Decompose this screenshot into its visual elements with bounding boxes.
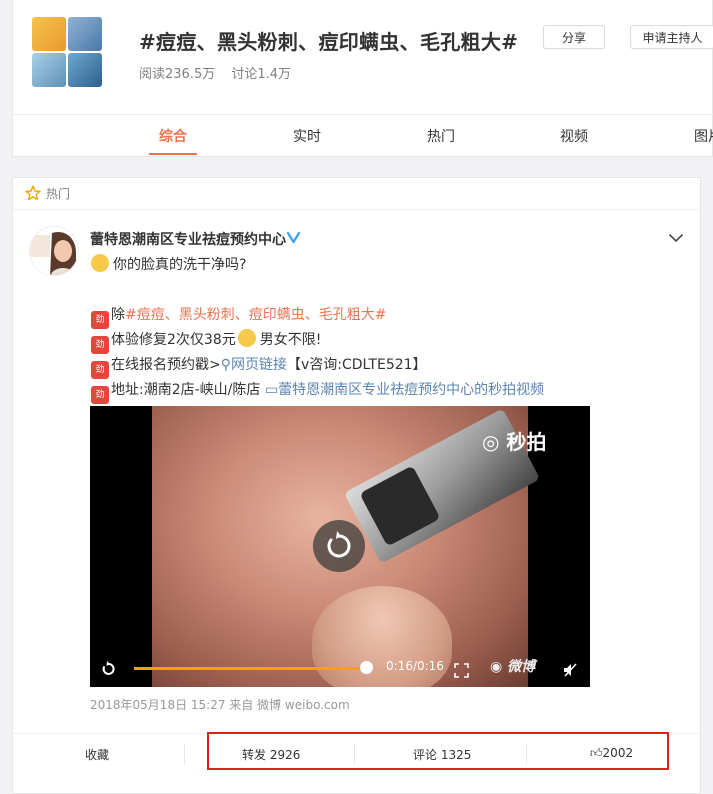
post-line: 劲在线报名预约戳>⚲网页链接【v咨询:CDLTE521】: [91, 354, 427, 379]
tab-video[interactable]: 视频: [560, 126, 588, 146]
promo-emoji-icon: 劲: [91, 311, 109, 329]
miaopai-watermark: ◎ 秒拍: [482, 430, 547, 454]
mute-icon[interactable]: [562, 662, 578, 678]
tab-pictures[interactable]: 图片: [694, 126, 713, 146]
chevron-down-icon[interactable]: [668, 230, 684, 246]
topic-thumbnail[interactable]: [68, 53, 102, 87]
video-controls: 0:16/0:16 ◉ 微博: [90, 652, 590, 687]
avatar-portrait-icon: [30, 227, 78, 275]
star-icon: [25, 185, 41, 201]
replay-button[interactable]: [313, 520, 365, 572]
video-player[interactable]: ◎ 秒拍 0:16/0:16 ◉ 微博: [90, 406, 590, 687]
post-line: 劲地址:潮南2店-峡山/陈店 ▭蕾特恩潮南区专业祛痘预约中心的秒拍视频: [91, 379, 544, 404]
verified-badge-icon: [286, 231, 301, 244]
post-line: 劲除#痘痘、黑头粉刺、痘印螨虫、毛孔粗大#: [91, 304, 386, 329]
progress-bar[interactable]: [134, 667, 366, 670]
topic-thumbnail[interactable]: [32, 53, 66, 87]
replay-small-icon[interactable]: [98, 659, 118, 679]
topic-stats: 阅读236.5万 讨论1.4万: [139, 63, 303, 82]
feed-card: 热门 蕾特恩潮南区专业祛痘预约中心 你的脸真的洗干净吗? 劲除#痘痘、黑头粉刺、…: [12, 177, 701, 794]
favorite-button[interactable]: 收藏: [85, 746, 109, 763]
topic-tabs: 综合 实时 热门 视频 图片: [13, 114, 713, 157]
tab-hot[interactable]: 热门: [427, 126, 455, 146]
read-count: 阅读236.5万: [139, 67, 216, 82]
hot-section-label: 热门: [46, 187, 71, 201]
heart-eyes-icon: [237, 329, 256, 347]
share-button[interactable]: 分享: [543, 25, 605, 49]
topic-tag-link[interactable]: #痘痘、黑头粉刺、痘印螨虫、毛孔粗大#: [125, 307, 386, 323]
post-line: 劲体验修复2次仅38元 男女不限!: [91, 329, 321, 354]
promo-emoji-icon: 劲: [91, 336, 109, 354]
topic-thumbnail[interactable]: [32, 17, 66, 51]
tab-all[interactable]: 综合: [159, 126, 187, 146]
post-line: 你的脸真的洗干净吗?: [91, 254, 246, 274]
link-icon: ⚲: [220, 357, 231, 373]
hot-section-header: 热门: [13, 178, 700, 210]
topic-title: #痘痘、黑头粉刺、痘印螨虫、毛孔粗大#: [139, 30, 519, 54]
web-link[interactable]: 网页链接: [231, 357, 287, 373]
apply-host-button[interactable]: 申请主持人: [630, 25, 713, 49]
weibo-logo-icon: ◉: [490, 659, 503, 675]
highlight-box: [207, 732, 669, 770]
active-tab-indicator: [149, 153, 197, 155]
fullscreen-icon[interactable]: [454, 663, 469, 678]
miaopai-logo-icon: ◎: [482, 430, 500, 454]
topic-header: #痘痘、黑头粉刺、痘印螨虫、毛孔粗大# 阅读236.5万 讨论1.4万 分享 申…: [12, 0, 713, 157]
author-avatar[interactable]: [29, 226, 79, 276]
tab-realtime[interactable]: 实时: [293, 126, 321, 146]
divider: [184, 744, 185, 764]
discussion-count: 讨论1.4万: [231, 67, 292, 82]
replay-icon: [327, 531, 351, 558]
progress-knob[interactable]: [360, 661, 373, 674]
video-link[interactable]: 蕾特恩潮南区专业祛痘预约中心的秒拍视频: [278, 382, 544, 398]
video-time: 0:16/0:16: [386, 659, 444, 673]
thinking-face-icon: [91, 254, 109, 272]
weibo-watermark: ◉ 微博: [490, 659, 536, 675]
promo-emoji-icon: 劲: [91, 386, 109, 404]
video-link-icon: ▭: [264, 382, 279, 398]
topic-thumbnail[interactable]: [68, 17, 102, 51]
post-meta: 2018年05月18日 15:27 来自 微博 weibo.com: [90, 698, 350, 712]
promo-emoji-icon: 劲: [91, 361, 109, 379]
author-name[interactable]: 蕾特恩潮南区专业祛痘预约中心: [90, 229, 286, 249]
